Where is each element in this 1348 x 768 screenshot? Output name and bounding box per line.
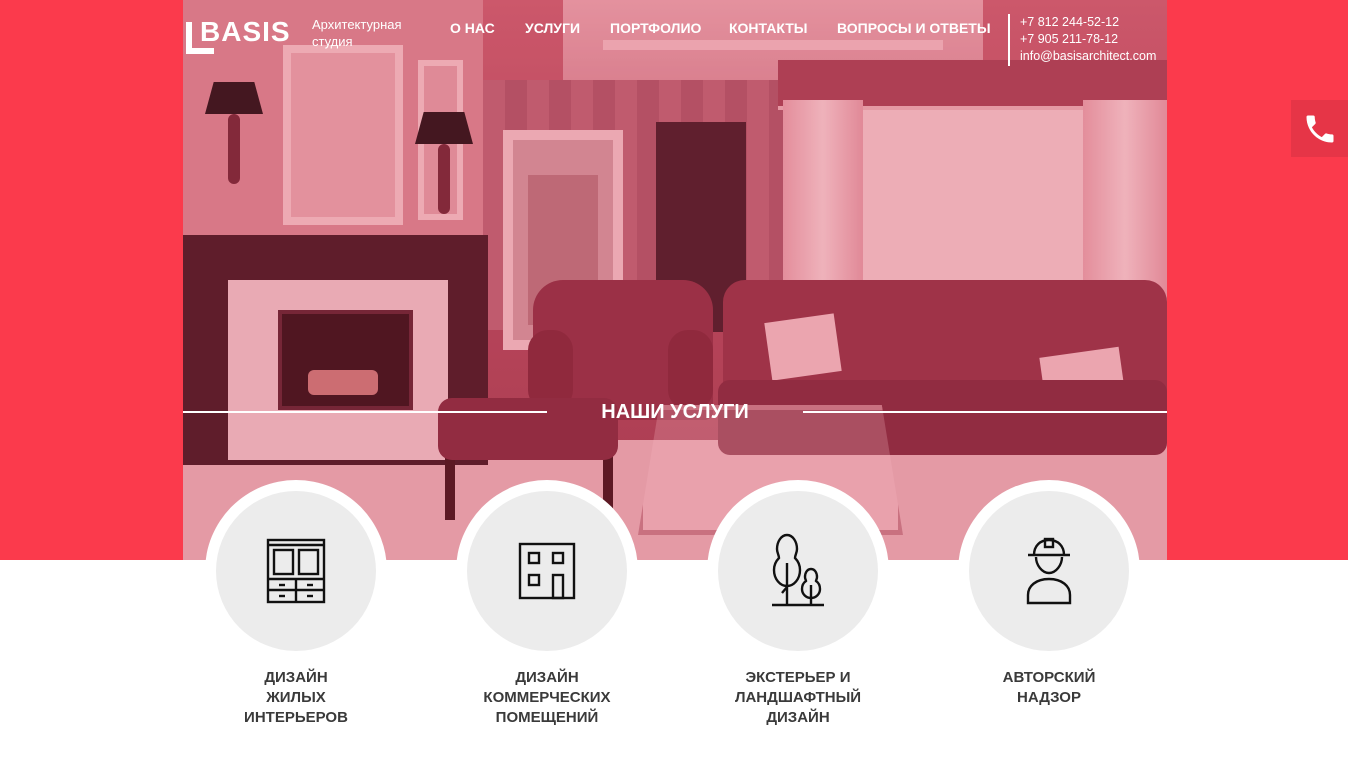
service-label: АВТОРСКИЙ НАДЗОР — [1002, 669, 1096, 706]
trees-icon — [772, 533, 824, 607]
service-label: ДИЗАЙН КОММЕРЧЕСКИХ ПОМЕЩЕНИЙ — [483, 669, 611, 726]
nav-item-services[interactable]: УСЛУГИ — [525, 20, 580, 36]
service-label: ДИЗАЙН ЖИЛЫХ ИНТЕРЬЕРОВ — [244, 669, 348, 726]
header-contacts: +7 812 244-52-12 +7 905 211-78-12 info@b… — [1008, 14, 1168, 66]
section-divider-right — [803, 411, 1167, 413]
email-link[interactable]: info@basisarchitect.com — [1020, 48, 1168, 65]
nav-item-portfolio[interactable]: ПОРТФОЛИО — [610, 20, 701, 36]
nav-item-about[interactable]: О НАС — [450, 20, 495, 36]
hero-image — [183, 0, 1167, 560]
wardrobe-icon — [266, 538, 326, 604]
building-icon — [518, 542, 576, 600]
section-divider-left — [183, 411, 547, 413]
logo-text: BASIS — [200, 16, 291, 47]
phone-number-1[interactable]: +7 812 244-52-12 — [1020, 14, 1168, 31]
service-label: ЭКСТЕРЬЕР И ЛАНДШАФТНЫЙ ДИЗАЙН — [734, 669, 862, 726]
nav-item-faq[interactable]: ВОПРОСЫ И ОТВЕТЫ — [837, 20, 991, 36]
call-button[interactable] — [1291, 100, 1348, 157]
phone-icon — [1306, 115, 1333, 142]
tagline: Архитектурная студия — [312, 17, 402, 49]
nav-item-contacts[interactable]: КОНТАКТЫ — [729, 20, 807, 36]
logo[interactable]: BASIS — [186, 16, 306, 56]
section-title: НАШИ УСЛУГИ — [601, 401, 749, 423]
phone-number-2[interactable]: +7 905 211-78-12 — [1020, 31, 1168, 48]
page: BASIS Архитектурная студия О НАС УСЛУГИ … — [0, 0, 1348, 768]
worker-icon — [1026, 537, 1072, 605]
